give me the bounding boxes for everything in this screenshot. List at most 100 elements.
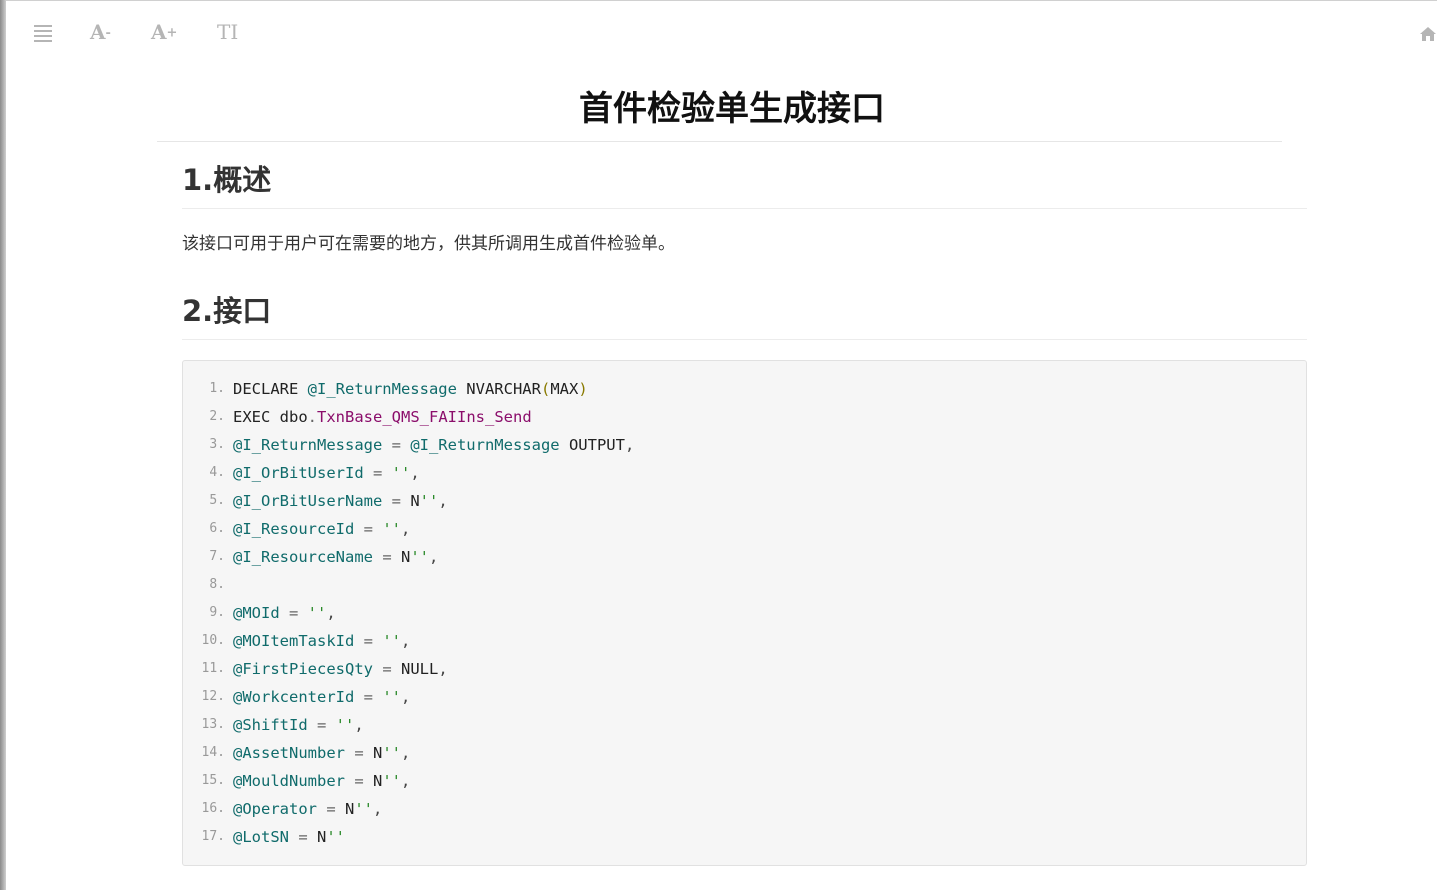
code-token: N [372, 744, 383, 762]
code-text: @I_ReturnMessage = @I_ReturnMessage OUTP… [233, 431, 634, 459]
line-number: 2. [209, 409, 225, 424]
font-decrease-sign: - [105, 25, 111, 41]
code-text: @ShiftId = '', [233, 711, 364, 739]
line-number: 17. [201, 829, 225, 844]
code-token: ) [578, 380, 588, 398]
code-token: = [289, 828, 317, 846]
code-token: @I_ResourceId [233, 520, 355, 538]
menu-bar-2 [34, 30, 52, 32]
line-number: 1. [209, 381, 225, 396]
code-token: = [354, 688, 383, 706]
code-token: NVARCHAR [456, 380, 541, 398]
code-token: @MouldNumber [233, 772, 345, 790]
code-token: '' [326, 828, 346, 846]
code-line: 6. @I_ResourceId = '', [183, 515, 1306, 543]
code-token: @Operator [233, 800, 317, 818]
code-line: 4. @I_OrBitUserId = '', [183, 459, 1306, 487]
line-number: 13. [201, 717, 225, 732]
line-number: 10. [201, 633, 225, 648]
code-token: @I_OrBitUserName [233, 492, 383, 510]
code-token: N [400, 548, 411, 566]
code-token: TxnBase_QMS_FAIIns_Send [317, 408, 532, 426]
code-token: N [317, 828, 327, 846]
code-line: 11. @FirstPiecesQty = NULL, [183, 655, 1306, 683]
book-content: 首件检验单生成接口 1.概述 该接口可用于用户可在需要的地方，供其所调用生成首件… [157, 62, 1307, 866]
code-line: 3. @I_ReturnMessage = @I_ReturnMessage OU… [183, 431, 1306, 459]
section-interface: 2.接口 1. DECLARE @I_ReturnMessage NVARCHAR… [182, 291, 1307, 866]
code-text: DECLARE @I_ReturnMessage NVARCHAR(MAX) [233, 375, 588, 403]
page-title: 首件检验单生成接口 [579, 89, 885, 129]
code-token: '' [382, 632, 401, 650]
code-line: 7. @I_ResourceName = N'', [183, 543, 1306, 571]
code-token: '' [382, 520, 401, 538]
code-token: @AssetNumber [233, 744, 345, 762]
code-token: '' [382, 688, 401, 706]
code-token: = [372, 548, 401, 566]
code-line: 8. [183, 571, 1306, 599]
code-token: , [401, 772, 411, 790]
code-line: 1. DECLARE @I_ReturnMessage NVARCHAR(MAX) [183, 375, 1306, 403]
line-number: 12. [201, 689, 225, 704]
line-number: 9. [209, 605, 225, 620]
code-token: @WorkcenterId [233, 688, 355, 706]
code-text: @WorkcenterId = '', [233, 683, 410, 711]
code-text: @MOItemTaskId = '', [233, 627, 410, 655]
code-line: 5. @I_OrBitUserName = N'', [183, 487, 1306, 515]
code-token: , [410, 464, 420, 482]
code-line: 14. @AssetNumber = N'', [183, 739, 1306, 767]
code-token: = [279, 604, 308, 622]
title-divider [157, 141, 1282, 142]
code-token: NULL [400, 660, 439, 678]
code-token: , [373, 800, 383, 818]
code-line: 16. @Operator = N'', [183, 795, 1306, 823]
code-text: @FirstPiecesQty = NULL, [233, 655, 448, 683]
code-token: dbo [279, 408, 308, 426]
code-token: = [382, 492, 411, 510]
code-token: , [438, 492, 448, 510]
code-token: '' [410, 548, 429, 566]
menu-icon[interactable] [34, 18, 54, 46]
line-number: 5. [209, 493, 225, 508]
code-token: '' [382, 772, 401, 790]
code-token: @FirstPiecesQty [233, 660, 373, 678]
code-text: @MOId = '', [233, 599, 336, 627]
code-line: 13. @ShiftId = '', [183, 711, 1306, 739]
code-token: '' [307, 604, 327, 622]
code-token: OUTPUT [559, 436, 625, 454]
code-line: 12. @WorkcenterId = '', [183, 683, 1306, 711]
code-token: , [624, 436, 635, 454]
code-token: @LotSN [233, 828, 289, 846]
line-number: 6. [209, 521, 225, 536]
code-token: , [326, 604, 336, 622]
code-token: DECLARE [233, 380, 308, 398]
code-line: 17. @LotSN = N'' [183, 823, 1306, 851]
code-line: 10. @MOItemTaskId = '', [183, 627, 1306, 655]
code-token: N [410, 492, 420, 510]
font-increase-button[interactable]: A+ [151, 18, 177, 46]
code-text: EXEC dbo.TxnBase_QMS_FAIIns_Send [233, 403, 532, 431]
code-token: = [354, 520, 383, 538]
section-overview: 1.概述 该接口可用于用户可在需要的地方，供其所调用生成首件检验单。 [182, 160, 1307, 259]
code-token: @MOId [233, 604, 280, 622]
code-token: = [354, 632, 383, 650]
code-token: MAX [550, 380, 579, 398]
font-increase-letter: A [151, 20, 167, 44]
menu-bar-4 [34, 40, 52, 42]
code-token: @I_OrBitUserId [233, 464, 364, 482]
code-token: @I_ResourceName [233, 548, 373, 566]
window-left-edge [0, 0, 6, 890]
code-token: , [438, 660, 448, 678]
code-token: , [401, 520, 411, 538]
font-decrease-button[interactable]: A- [90, 18, 111, 46]
home-icon[interactable] [1419, 22, 1437, 50]
code-token: ( [540, 380, 551, 398]
code-text: @I_OrBitUserName = N'', [233, 487, 448, 515]
overview-paragraph: 该接口可用于用户可在需要的地方，供其所调用生成首件检验单。 [182, 234, 675, 254]
line-number: 7. [209, 549, 225, 564]
code-block: 1. DECLARE @I_ReturnMessage NVARCHAR(MAX)… [182, 360, 1307, 866]
code-token: . [307, 408, 318, 426]
code-token: , [401, 632, 411, 650]
theme-button[interactable]: TI [217, 18, 238, 46]
code-token: = [317, 800, 345, 818]
code-text: @AssetNumber = N'', [233, 739, 410, 767]
